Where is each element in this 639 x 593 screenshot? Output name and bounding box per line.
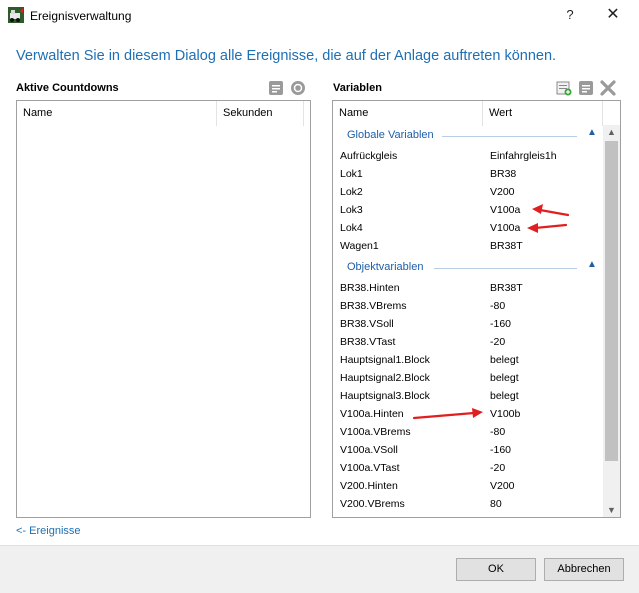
variable-name: Lok1 <box>340 168 363 180</box>
column-header-wert[interactable]: Wert <box>483 101 603 126</box>
variable-value: 80 <box>490 498 502 510</box>
variable-name: V200.Hinten <box>340 480 398 492</box>
variable-name: Hauptsignal3.Block <box>340 390 430 402</box>
list-item[interactable]: Aufrückgleis Einfahrgleis1h <box>334 147 602 165</box>
list-item[interactable]: Hauptsignal2.Block belegt <box>334 369 602 387</box>
chevron-up-icon[interactable]: ▲ <box>587 259 597 270</box>
variable-value: belegt <box>490 390 519 402</box>
countdowns-title: Aktive Countdowns <box>16 82 119 94</box>
list-item[interactable]: Hauptsignal3.Block belegt <box>334 387 602 405</box>
scrollbar-thumb[interactable] <box>605 141 618 461</box>
variable-name: V100a.VTast <box>340 462 400 474</box>
help-button[interactable]: ? <box>558 4 582 26</box>
variable-name: Hauptsignal1.Block <box>340 354 430 366</box>
variable-name: V100a.Hinten <box>340 408 404 420</box>
variable-value: BR38T <box>490 282 523 294</box>
list-item[interactable]: Wagen1 BR38T <box>334 237 602 255</box>
variable-value: V100a <box>490 222 521 234</box>
title-bar: Ereignisverwaltung ? ✕ <box>0 0 639 32</box>
list-item[interactable]: Lok2 V200 <box>334 183 602 201</box>
list-item[interactable]: Lok3 V100a <box>334 201 602 219</box>
variable-value: BR38 <box>490 168 517 180</box>
variable-name: Lok2 <box>340 186 363 198</box>
group-header-objektvariablen[interactable]: Objektvariablen ▲ <box>334 259 602 277</box>
variable-value: V100b <box>490 408 521 420</box>
stop-icon[interactable] <box>290 80 306 96</box>
column-header-sekunden[interactable]: Sekunden <box>217 101 304 126</box>
group-divider <box>434 268 577 269</box>
chevron-up-icon[interactable]: ▲ <box>587 127 597 138</box>
variable-value: -160 <box>490 444 512 456</box>
variable-value: -160 <box>490 318 512 330</box>
variable-name: V200.VBrems <box>340 498 405 510</box>
variable-value: belegt <box>490 354 519 366</box>
edit-icon[interactable] <box>578 80 594 96</box>
list-item[interactable]: Lok1 BR38 <box>334 165 602 183</box>
list-item[interactable]: Hauptsignal1.Block belegt <box>334 351 602 369</box>
variable-value: belegt <box>490 372 519 384</box>
add-variable-icon[interactable] <box>556 80 572 96</box>
close-button[interactable]: ✕ <box>600 4 626 26</box>
variable-value: Einfahrgleis1h <box>490 150 557 162</box>
list-item[interactable]: BR38.VSoll -160 <box>334 315 602 333</box>
vertical-scrollbar[interactable]: ▲ ▼ <box>603 125 620 517</box>
variable-value: -80 <box>490 300 506 312</box>
variable-name: Lok4 <box>340 222 363 234</box>
list-item[interactable]: BR38.VBrems -80 <box>334 297 602 315</box>
list-item[interactable]: BR38.VTast -20 <box>334 333 602 351</box>
variable-name: BR38.VTast <box>340 336 396 348</box>
list-item[interactable]: V100a.VBrems -80 <box>334 423 602 441</box>
variable-value: V100a <box>490 204 521 216</box>
scroll-down-icon[interactable]: ▼ <box>603 503 620 517</box>
variable-name: Wagen1 <box>340 240 379 252</box>
variable-name: V100a.VSoll <box>340 444 398 456</box>
list-item[interactable]: Lok4 V100a <box>334 219 602 237</box>
variable-value: -80 <box>490 426 506 438</box>
variable-value: -20 <box>490 462 506 474</box>
variables-list[interactable]: Name Wert Globale Variablen ▲ Aufrückgle… <box>332 100 621 518</box>
variable-value: V200 <box>490 186 515 198</box>
variable-name: BR38.Hinten <box>340 282 400 294</box>
edit-icon[interactable] <box>268 80 284 96</box>
variable-name: BR38.VBrems <box>340 300 407 312</box>
list-item[interactable]: V100a.VSoll -160 <box>334 441 602 459</box>
variable-name: V100a.VBrems <box>340 426 411 438</box>
group-header-globale-variablen[interactable]: Globale Variablen ▲ <box>334 127 602 145</box>
column-header-name[interactable]: Name <box>333 101 483 126</box>
countdowns-list[interactable]: Name Sekunden <box>16 100 311 518</box>
list-item[interactable]: V100a.Hinten V100b <box>334 405 602 423</box>
variable-name: Hauptsignal2.Block <box>340 372 430 384</box>
list-item[interactable]: V200.Hinten V200 <box>334 477 602 495</box>
variable-name: Aufrückgleis <box>340 150 398 162</box>
list-item[interactable]: BR38.Hinten BR38T <box>334 279 602 297</box>
ok-button[interactable]: OK <box>456 558 536 581</box>
intro-text: Verwalten Sie in diesem Dialog alle Erei… <box>16 48 557 64</box>
variables-title: Variablen <box>333 82 382 94</box>
ereignisse-link[interactable]: <- Ereignisse <box>16 525 81 537</box>
window-title: Ereignisverwaltung <box>30 9 132 23</box>
delete-icon[interactable] <box>600 80 616 96</box>
list-item[interactable]: V100a.VTast -20 <box>334 459 602 477</box>
cancel-button[interactable]: Abbrechen <box>544 558 624 581</box>
group-label: Objektvariablen <box>347 261 424 273</box>
variable-name: Lok3 <box>340 204 363 216</box>
group-label: Globale Variablen <box>347 129 434 141</box>
group-divider <box>442 136 577 137</box>
train-icon <box>8 7 24 23</box>
column-header-name[interactable]: Name <box>17 101 217 126</box>
scroll-up-icon[interactable]: ▲ <box>603 125 620 139</box>
variable-value: -20 <box>490 336 506 348</box>
dialog-footer: OK Abbrechen <box>0 545 639 593</box>
variable-value: V200 <box>490 480 515 492</box>
list-item[interactable]: V200.VBrems 80 <box>334 495 602 513</box>
variable-value: BR38T <box>490 240 523 252</box>
variable-name: BR38.VSoll <box>340 318 394 330</box>
